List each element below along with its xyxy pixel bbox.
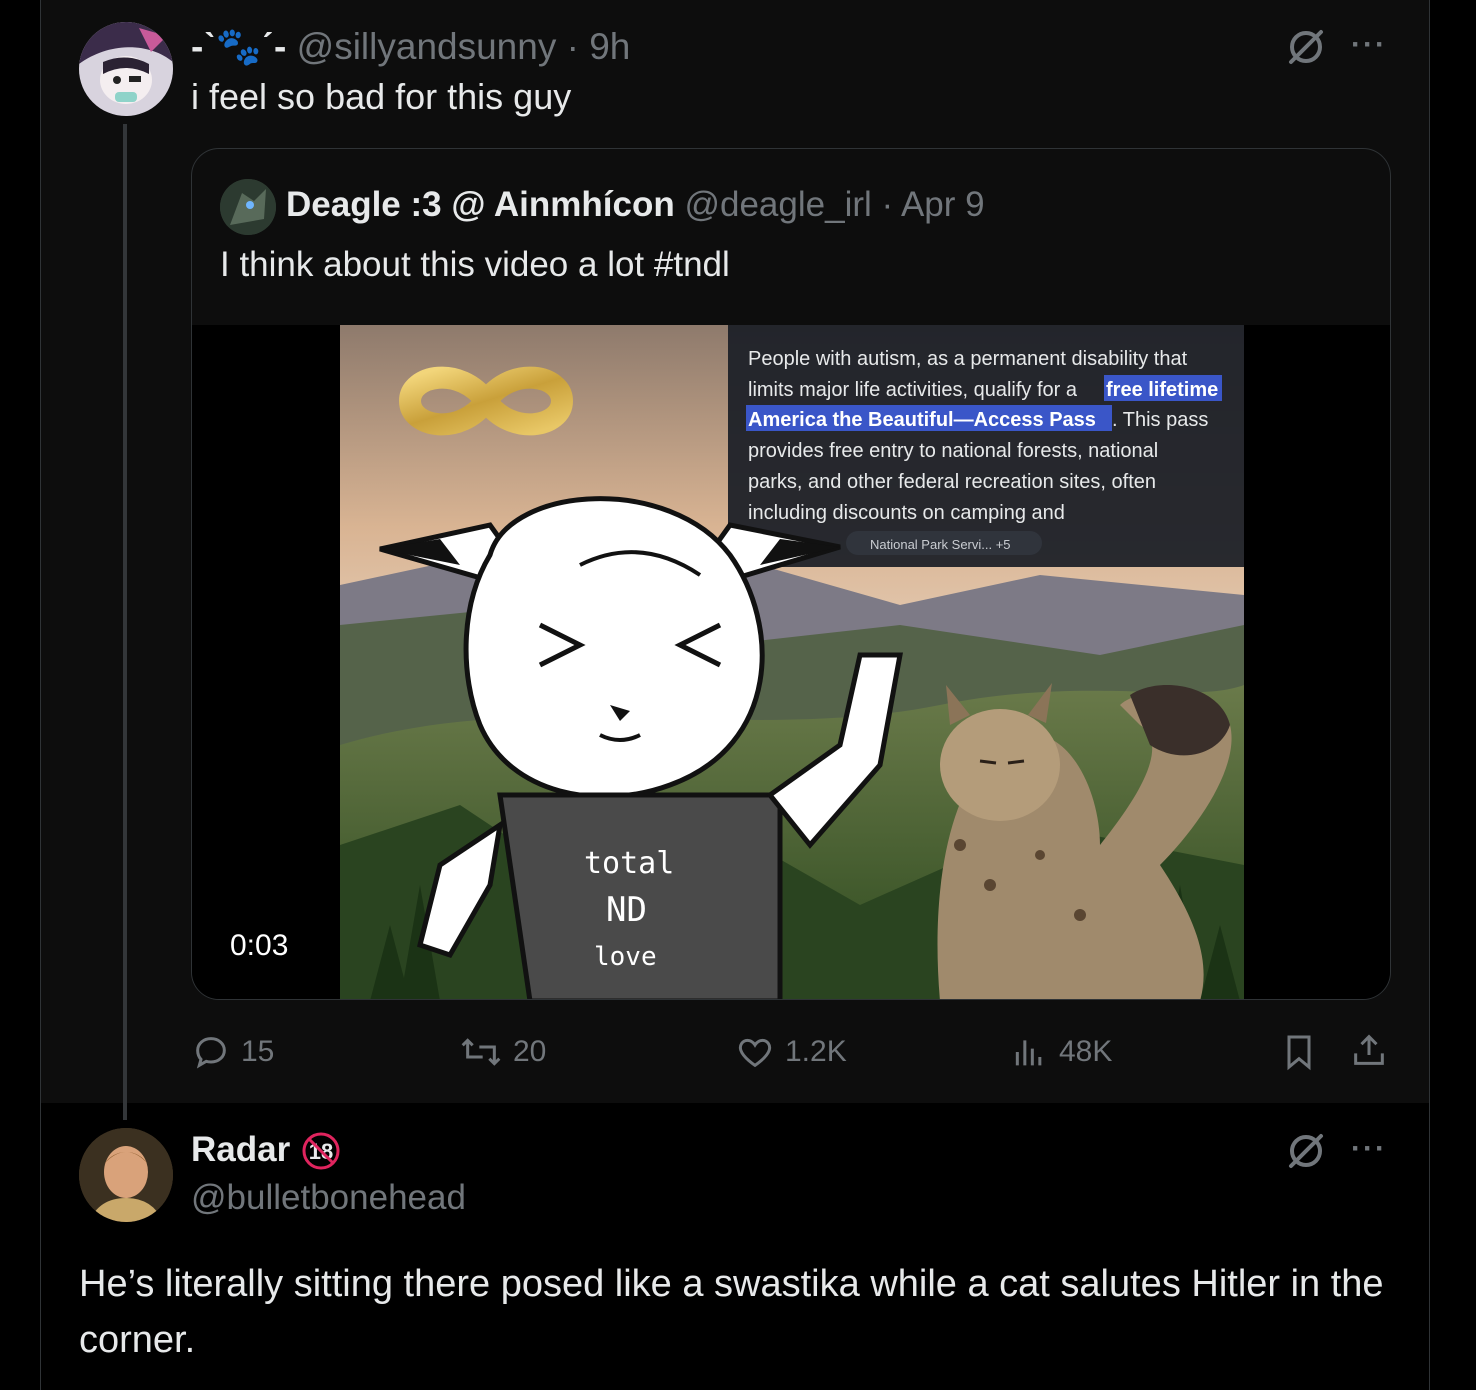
tweet-header: -ˋ🐾ˊ- @sillyandsunny · 9h xyxy=(191,26,630,69)
tweet-sillyandsunny[interactable]: -ˋ🐾ˊ- @sillyandsunny · 9h i feel so bad … xyxy=(41,0,1429,1120)
more-options-icon[interactable]: ··· xyxy=(1351,28,1387,62)
like-button[interactable]: 1.2K xyxy=(735,1030,847,1074)
share-icon[interactable] xyxy=(1349,1030,1389,1070)
timeline-column: -ˋ🐾ˊ- @sillyandsunny · 9h i feel so bad … xyxy=(40,0,1430,1390)
overlay-text-6: including discounts on camping and xyxy=(748,502,1065,524)
video-player[interactable]: People with autism, as a permanent disab… xyxy=(192,325,1390,999)
like-count: 1.2K xyxy=(785,1035,847,1068)
tweet-text: i feel so bad for this guy xyxy=(191,76,572,117)
tweet-text: He’s literally sitting there posed like … xyxy=(79,1263,1384,1361)
handle[interactable]: @bulletbonehead xyxy=(191,1178,466,1218)
quote-tweet[interactable]: Deagle :3 @ Ainmhícon @deagle_irl · Apr … xyxy=(191,148,1391,1000)
avatar[interactable] xyxy=(79,22,173,116)
grok-icon[interactable] xyxy=(1285,26,1327,68)
overlay-text-4: provides free entry to national forests,… xyxy=(748,440,1158,462)
shirt-text-1: total xyxy=(584,846,674,881)
quote-avatar[interactable] xyxy=(220,179,276,235)
heart-icon xyxy=(738,1038,772,1068)
overlay-text-1: People with autism, as a permanent disab… xyxy=(748,348,1188,370)
overlay-source: National Park Servi... +5 xyxy=(870,537,1011,552)
quote-header: Deagle :3 @ Ainmhícon @deagle_irl · Apr … xyxy=(286,185,985,225)
overlay-text-3: . This pass xyxy=(1112,409,1208,431)
grok-icon[interactable] xyxy=(1285,1130,1327,1172)
repost-icon xyxy=(461,1038,501,1066)
views-button[interactable]: 48K xyxy=(1009,1030,1112,1074)
repost-count: 20 xyxy=(513,1035,547,1068)
shirt-text-3: love xyxy=(594,942,657,972)
video-frame[interactable]: People with autism, as a permanent disab… xyxy=(340,325,1244,999)
quote-timestamp[interactable]: · Apr 9 xyxy=(882,185,985,224)
more-options-icon[interactable]: ··· xyxy=(1351,1132,1387,1166)
overlay-text-5: parks, and other federal recreation site… xyxy=(748,471,1156,493)
views-icon xyxy=(1015,1040,1042,1066)
display-name[interactable]: -ˋ🐾ˊ- xyxy=(191,26,286,67)
overlay-text-2: limits major life activities, qualify fo… xyxy=(748,379,1078,401)
avatar[interactable] xyxy=(79,1128,173,1222)
reply-button[interactable]: 15 xyxy=(191,1030,274,1074)
bookmark-icon[interactable] xyxy=(1279,1032,1319,1072)
reply-count: 15 xyxy=(241,1035,275,1068)
reply-icon xyxy=(196,1037,226,1069)
thread-line xyxy=(123,124,127,1120)
age-restricted-badge-icon: 18 xyxy=(302,1132,340,1170)
timestamp[interactable]: · 9h xyxy=(567,26,631,67)
overlay-highlight-1: free lifetime xyxy=(1106,379,1218,401)
quote-text: I think about this video a lot #tndl xyxy=(220,245,730,284)
views-count: 48K xyxy=(1059,1035,1113,1068)
display-name[interactable]: Radar xyxy=(191,1130,290,1170)
video-timestamp: 0:03 xyxy=(230,929,289,962)
repost-button[interactable]: 20 xyxy=(459,1030,546,1074)
handle[interactable]: @sillyandsunny xyxy=(297,26,557,67)
shirt-text-2: ND xyxy=(606,890,647,930)
overlay-highlight-2: America the Beautiful—Access Pass xyxy=(748,409,1096,431)
quote-handle[interactable]: @deagle_irl xyxy=(684,185,871,224)
quote-display-name[interactable]: Deagle :3 @ Ainmhícon xyxy=(286,185,675,224)
